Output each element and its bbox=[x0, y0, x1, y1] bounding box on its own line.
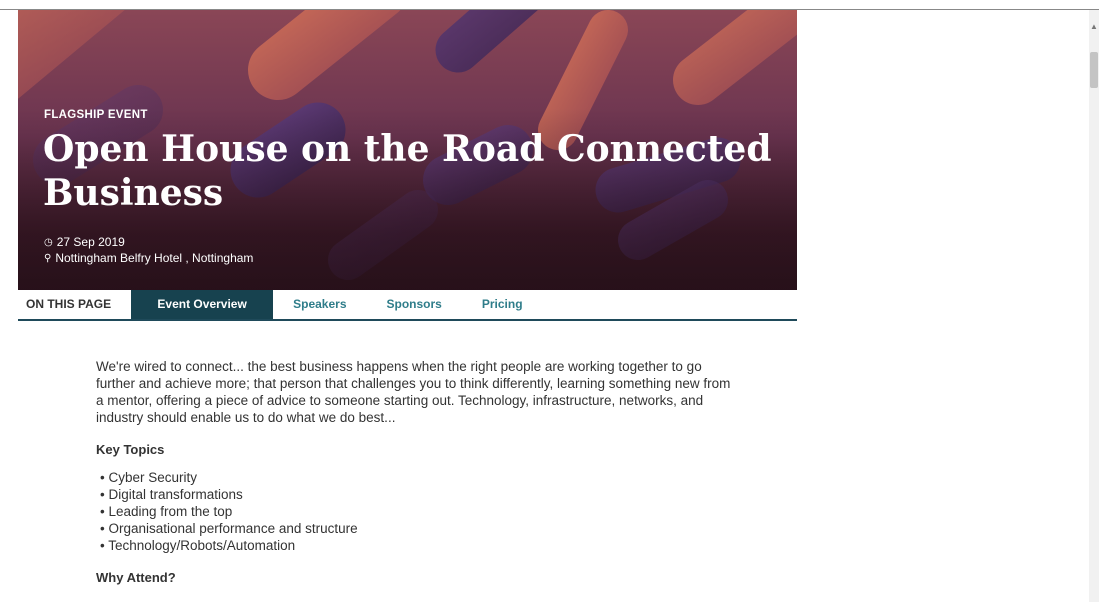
list-item: Digital transformations bbox=[96, 486, 736, 503]
clock-icon: ◷ bbox=[44, 236, 53, 248]
tab-speakers[interactable]: Speakers bbox=[273, 290, 366, 319]
event-location: ⚲ Nottingham Belfry Hotel , Nottingham bbox=[44, 251, 253, 265]
event-date: ◷ 27 Sep 2019 bbox=[44, 235, 125, 249]
page-scrollbar[interactable]: ▲ bbox=[1089, 10, 1099, 602]
tab-pricing[interactable]: Pricing bbox=[462, 290, 543, 319]
list-item: Organisational performance and structure bbox=[96, 520, 736, 537]
event-overview-section: We're wired to connect... the best busin… bbox=[96, 358, 736, 597]
event-location-text: Nottingham Belfry Hotel , Nottingham bbox=[55, 251, 254, 265]
list-item: Technology/Robots/Automation bbox=[96, 537, 736, 554]
scrollbar-thumb[interactable] bbox=[1090, 52, 1098, 88]
key-topics-list: Cyber Security Digital transformations L… bbox=[96, 469, 736, 554]
why-attend-heading: Why Attend? bbox=[96, 570, 176, 585]
list-item: Cyber Security bbox=[96, 469, 736, 486]
tab-event-overview[interactable]: Event Overview bbox=[131, 290, 274, 319]
event-title: Open House on the Road Connected Busines… bbox=[43, 128, 772, 214]
event-category-label: FLAGSHIP EVENT bbox=[44, 109, 148, 121]
event-hero-banner: FLAGSHIP EVENT Open House on the Road Co… bbox=[18, 10, 797, 290]
event-intro-paragraph: We're wired to connect... the best busin… bbox=[96, 359, 731, 425]
list-item: Leading from the top bbox=[96, 503, 736, 520]
scroll-up-icon[interactable]: ▲ bbox=[1090, 22, 1098, 32]
on-this-page-nav: ON THIS PAGE Event Overview Speakers Spo… bbox=[18, 290, 797, 321]
event-date-text: 27 Sep 2019 bbox=[56, 235, 125, 249]
key-topics-heading: Key Topics bbox=[96, 442, 165, 457]
map-marker-icon: ⚲ bbox=[44, 252, 52, 264]
on-this-page-label: ON THIS PAGE bbox=[26, 297, 112, 311]
tab-sponsors[interactable]: Sponsors bbox=[367, 290, 462, 319]
